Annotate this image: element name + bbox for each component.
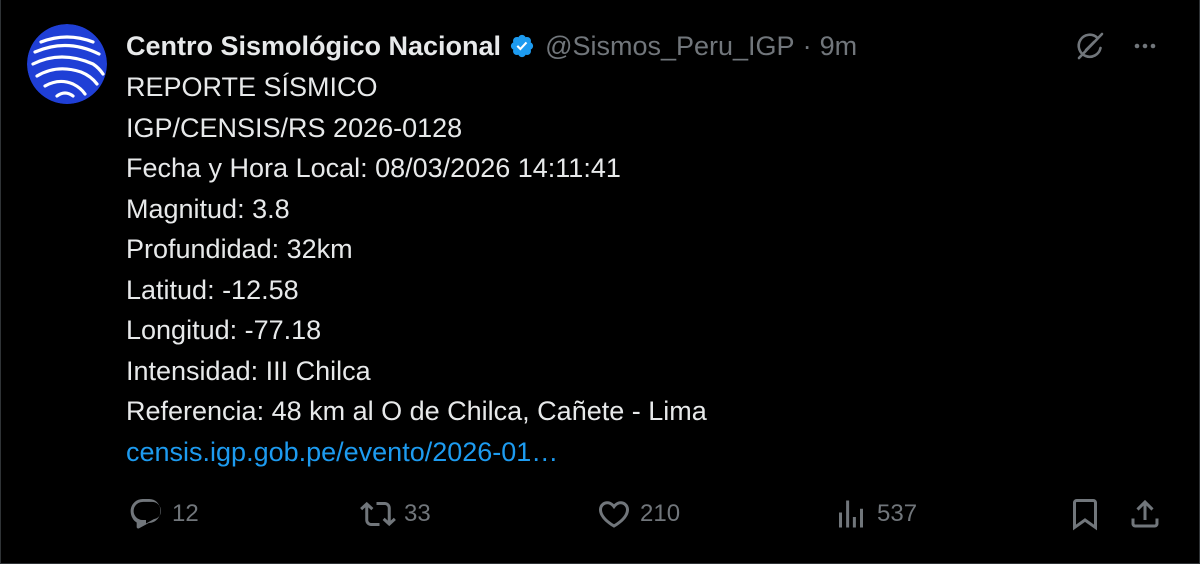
verified-badge-icon [509, 33, 535, 59]
like-button[interactable]: 210 [596, 494, 680, 534]
igp-logo-avatar [27, 24, 107, 104]
report-reference: Referencia: 48 km al O de Chilca, Cañete… [126, 396, 707, 426]
timestamp[interactable]: 9m [820, 31, 858, 62]
grok-button[interactable] [1072, 28, 1108, 64]
views-count: 537 [877, 500, 918, 527]
event-link[interactable]: censis.igp.gob.pe/evento/2026-01… [126, 432, 1166, 473]
share-button[interactable] [1127, 494, 1163, 534]
report-depth: Profundidad: 32km [126, 234, 353, 264]
author-handle[interactable]: @Sismos_Peru_IGP [545, 31, 795, 62]
report-title: REPORTE SÍSMICO [126, 72, 378, 102]
grok-icon [1077, 32, 1104, 60]
report-datetime: Fecha y Hora Local: 08/03/2026 14:11:41 [126, 153, 621, 183]
reply-button[interactable]: 12 [128, 494, 199, 534]
tweet-card: Centro Sismológico Nacional @Sismos_Peru… [0, 0, 1200, 564]
more-dots-icon [1134, 43, 1156, 49]
report-code: IGP/CENSIS/RS 2026-0128 [126, 112, 463, 143]
heart-icon [598, 501, 630, 528]
views-button[interactable]: 537 [833, 494, 917, 534]
reply-count: 12 [172, 500, 199, 527]
action-bar: 12 33 210 537 [1, 494, 1200, 534]
share-icon [1131, 499, 1159, 528]
avatar[interactable] [27, 24, 107, 104]
separator-dot: · [802, 30, 812, 61]
tweet-header: Centro Sismológico Nacional @Sismos_Peru… [126, 26, 857, 66]
more-button[interactable] [1127, 28, 1163, 64]
tweet-text: REPORTE SÍSMICO IGP/CENSIS/RS 2026-0128 … [126, 67, 1166, 472]
report-longitude: Longitud: -77.18 [126, 315, 322, 345]
report-latitude: Latitud: -12.58 [126, 274, 299, 305]
repost-button[interactable]: 33 [360, 494, 431, 534]
bookmark-icon [1073, 499, 1097, 531]
like-count: 210 [640, 500, 681, 527]
reply-icon [130, 499, 161, 529]
author-name[interactable]: Centro Sismológico Nacional [126, 31, 501, 62]
report-magnitude: Magnitud: 3.8 [126, 193, 290, 224]
repost-icon [360, 501, 396, 527]
report-intensity: Intensidad: III Chilca [126, 355, 371, 386]
bookmark-button[interactable] [1067, 494, 1103, 534]
repost-count: 33 [404, 500, 431, 527]
views-icon [839, 500, 863, 528]
